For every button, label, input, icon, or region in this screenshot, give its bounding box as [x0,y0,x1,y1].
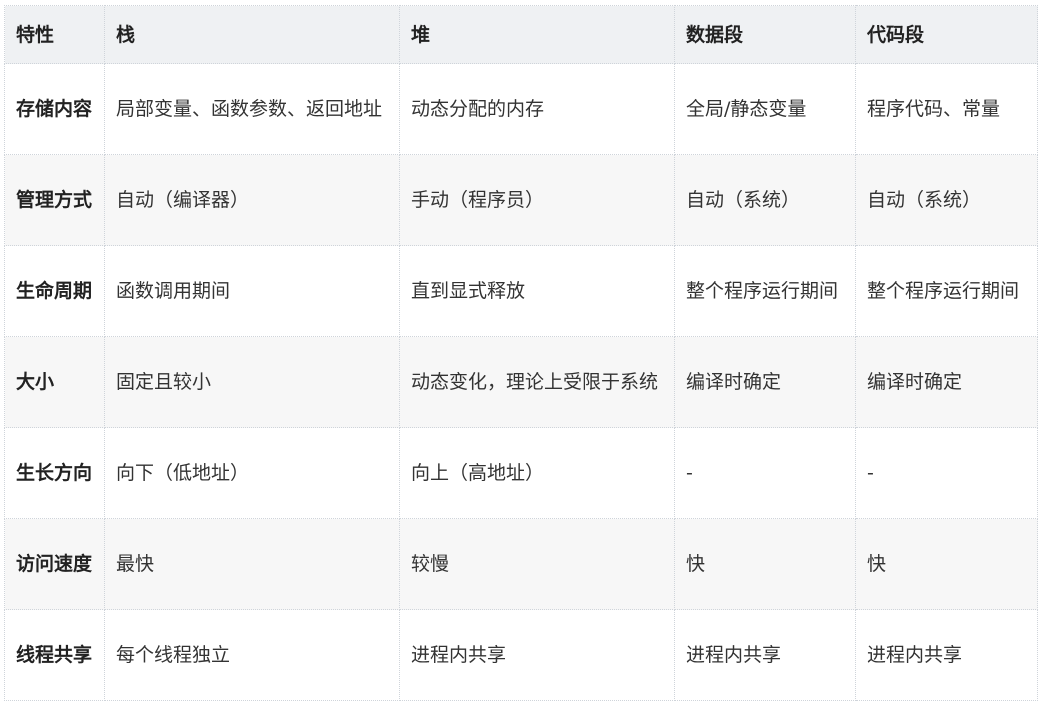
row-feature-label: 管理方式 [4,154,105,246]
data-segment-cell: 自动（系统） [674,154,856,246]
data-segment-cell: 快 [674,518,856,610]
heap-cell: 较慢 [399,518,675,610]
table-row: 存储内容 局部变量、函数参数、返回地址 动态分配的内存 全局/静态变量 程序代码… [4,63,1038,155]
stack-cell: 最快 [104,518,400,610]
heap-cell: 直到显式释放 [399,245,675,337]
heap-cell: 向上（高地址） [399,427,675,519]
stack-cell: 每个线程独立 [104,609,400,701]
table-row: 生命周期 函数调用期间 直到显式释放 整个程序运行期间 整个程序运行期间 [4,245,1038,337]
row-feature-label: 存储内容 [4,63,105,155]
header-heap: 堆 [399,5,675,64]
stack-cell: 固定且较小 [104,336,400,428]
code-segment-cell: 程序代码、常量 [855,63,1038,155]
stack-cell: 函数调用期间 [104,245,400,337]
data-segment-cell: 全局/静态变量 [674,63,856,155]
header-stack: 栈 [104,5,400,64]
row-feature-label: 生长方向 [4,427,105,519]
heap-cell: 动态变化，理论上受限于系统 [399,336,675,428]
stack-cell: 向下（低地址） [104,427,400,519]
code-segment-cell: 自动（系统） [855,154,1038,246]
comparison-table-container: 特性 栈 堆 数据段 代码段 存储内容 局部变量、函数参数、返回地址 动态分配的… [4,5,1038,701]
memory-segment-comparison-table: 特性 栈 堆 数据段 代码段 存储内容 局部变量、函数参数、返回地址 动态分配的… [4,5,1038,701]
code-segment-cell: 编译时确定 [855,336,1038,428]
table-row: 管理方式 自动（编译器） 手动（程序员） 自动（系统） 自动（系统） [4,154,1038,246]
header-data-segment: 数据段 [674,5,856,64]
table-row: 生长方向 向下（低地址） 向上（高地址） - - [4,427,1038,519]
data-segment-cell: 编译时确定 [674,336,856,428]
data-segment-cell: 整个程序运行期间 [674,245,856,337]
code-segment-cell: 快 [855,518,1038,610]
heap-cell: 进程内共享 [399,609,675,701]
row-feature-label: 访问速度 [4,518,105,610]
code-segment-cell: - [855,427,1038,519]
heap-cell: 手动（程序员） [399,154,675,246]
row-feature-label: 大小 [4,336,105,428]
header-code-segment: 代码段 [855,5,1038,64]
stack-cell: 自动（编译器） [104,154,400,246]
code-segment-cell: 整个程序运行期间 [855,245,1038,337]
code-segment-cell: 进程内共享 [855,609,1038,701]
row-feature-label: 生命周期 [4,245,105,337]
table-row: 访问速度 最快 较慢 快 快 [4,518,1038,610]
data-segment-cell: 进程内共享 [674,609,856,701]
data-segment-cell: - [674,427,856,519]
table-header-row: 特性 栈 堆 数据段 代码段 [4,5,1038,64]
header-feature: 特性 [4,5,105,64]
table-row: 线程共享 每个线程独立 进程内共享 进程内共享 进程内共享 [4,609,1038,701]
heap-cell: 动态分配的内存 [399,63,675,155]
stack-cell: 局部变量、函数参数、返回地址 [104,63,400,155]
table-row: 大小 固定且较小 动态变化，理论上受限于系统 编译时确定 编译时确定 [4,336,1038,428]
row-feature-label: 线程共享 [4,609,105,701]
